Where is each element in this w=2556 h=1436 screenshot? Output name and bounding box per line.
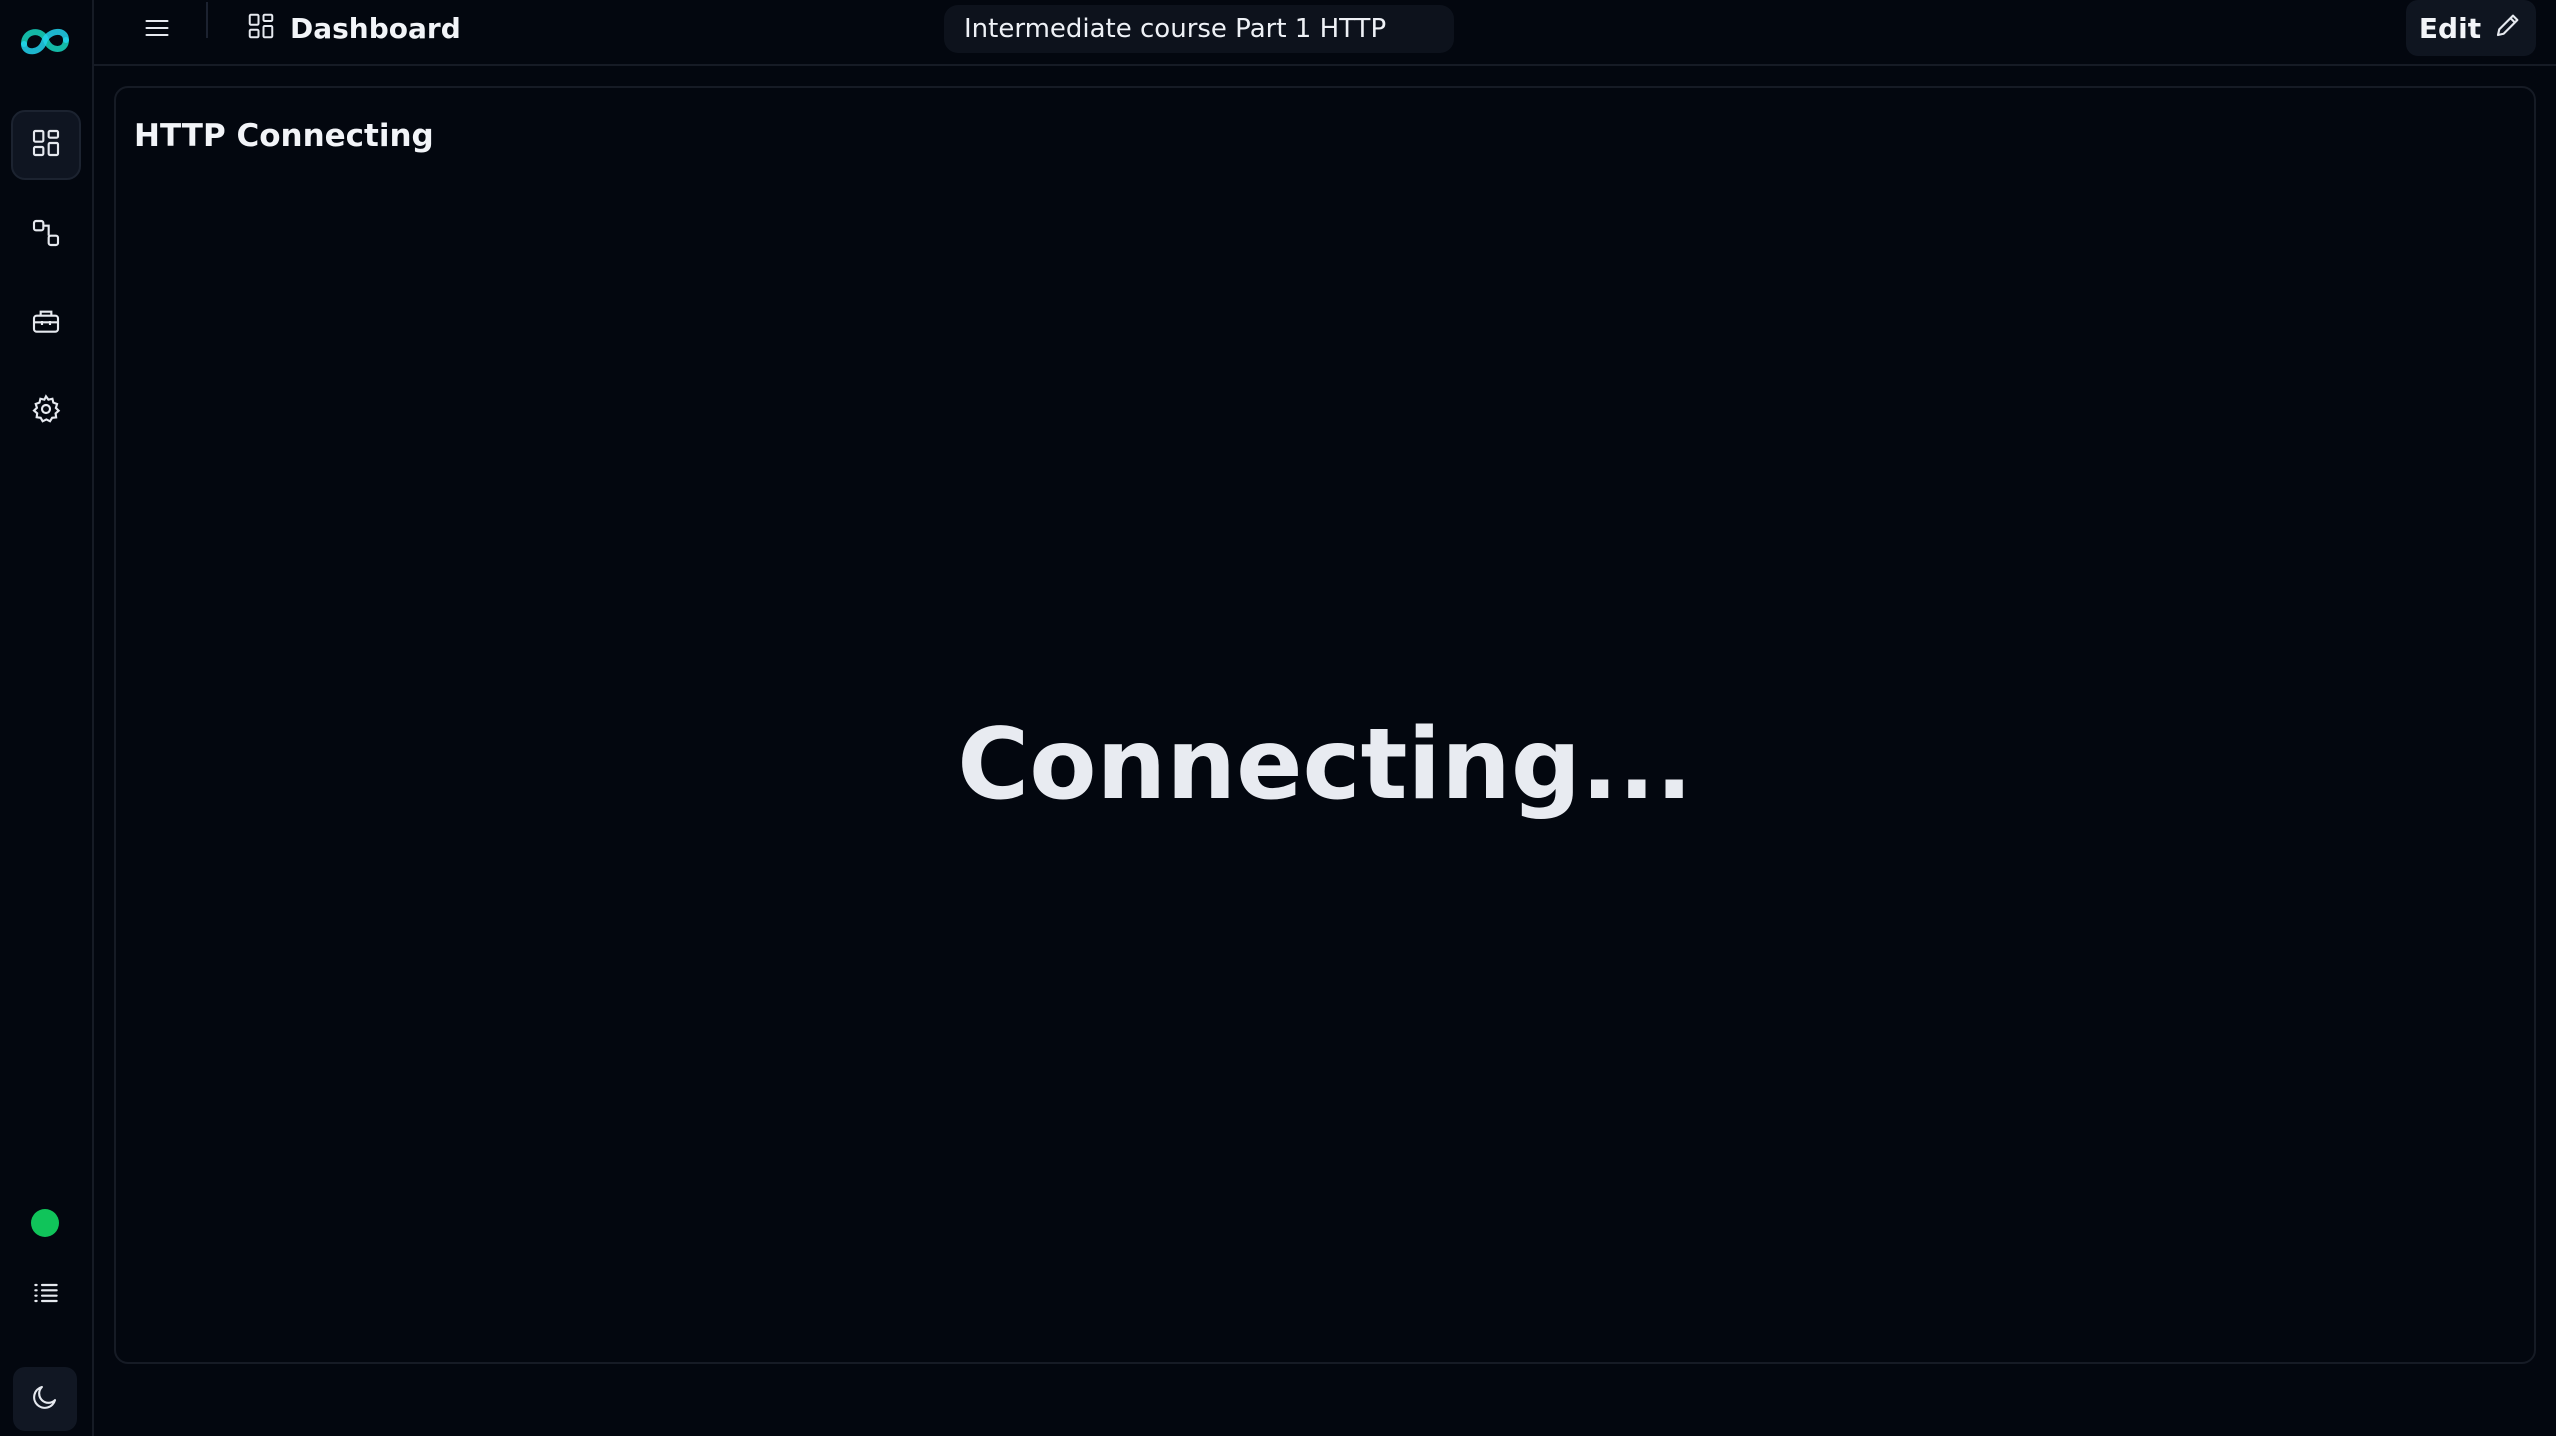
moon-icon [30, 1382, 60, 1416]
dashboard-panel: HTTP Connecting Connecting... [114, 86, 2536, 1364]
list-icon [30, 1277, 62, 1313]
breadcrumb-label: Dashboard [290, 11, 461, 45]
connecting-status-text: Connecting... [957, 708, 1693, 822]
sidebar-item-dashboard[interactable] [11, 110, 81, 180]
pencil-icon [2493, 10, 2523, 47]
sidebar-item-settings[interactable] [11, 376, 81, 446]
app-window: Dashboard Intermediate course Part 1 HTT… [0, 0, 2556, 1436]
log-list-button[interactable] [11, 1260, 81, 1330]
flow-nodes-icon [30, 217, 62, 253]
edit-label: Edit [2418, 11, 2482, 45]
app-logo[interactable] [18, 22, 72, 62]
top-bar: Dashboard Intermediate course Part 1 HTT… [94, 0, 2556, 66]
menu-button[interactable] [134, 10, 180, 50]
breadcrumb[interactable]: Dashboard [246, 8, 461, 48]
dashboard-title-field[interactable]: Intermediate course Part 1 HTTP [944, 5, 1454, 53]
sidebar-item-flows[interactable] [11, 200, 81, 270]
sidebar [0, 0, 94, 1436]
theme-toggle-button[interactable] [13, 1367, 77, 1431]
toolbox-icon [30, 305, 62, 341]
dashboard-grid-icon [30, 127, 62, 163]
dashboard-grid-icon [246, 11, 276, 45]
sidebar-item-toolbox[interactable] [11, 288, 81, 358]
hamburger-menu-icon [143, 14, 171, 46]
top-bar-divider [206, 2, 208, 38]
connection-status-indicator [31, 1209, 59, 1237]
gear-icon [30, 393, 62, 429]
edit-button[interactable]: Edit [2406, 0, 2536, 56]
panel-title: HTTP Connecting [134, 118, 434, 154]
